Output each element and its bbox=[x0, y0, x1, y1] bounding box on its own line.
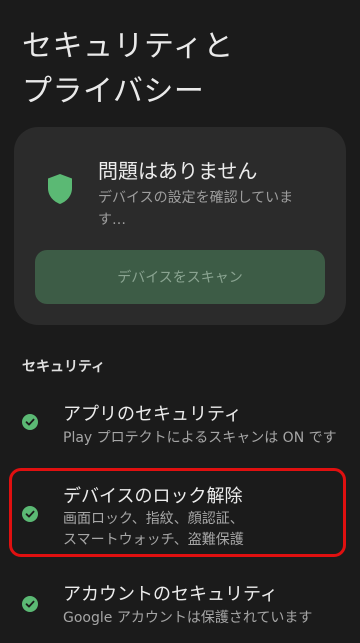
status-title: 問題はありません bbox=[98, 159, 258, 183]
item-subtitle: Play プロテクトによるスキャンは ON です bbox=[63, 430, 337, 446]
item-title: アカウントのセキュリティ bbox=[63, 584, 278, 605]
page-title: セキュリティと プライバシー bbox=[22, 29, 234, 109]
item-subtitle: 画面ロック、指紋、顔認証、 スマートウォッチ、盗難保護 bbox=[63, 511, 244, 548]
shield-icon bbox=[48, 174, 72, 204]
section-header-security: セキュリティ bbox=[22, 359, 106, 375]
scan-device-button[interactable]: デバイスをスキャン bbox=[35, 250, 325, 304]
status-subtitle: デバイスの設定を確認していま す… bbox=[98, 190, 294, 228]
check-circle-icon bbox=[22, 414, 38, 430]
item-title: デバイスのロック解除 bbox=[63, 486, 243, 507]
status-card: 問題はありません デバイスの設定を確認していま す… デバイスをスキャン bbox=[14, 127, 346, 325]
list-item-account-security[interactable]: アカウントのセキュリティ Google アカウントは保護されています bbox=[0, 578, 360, 636]
list-item-device-unlock[interactable]: デバイスのロック解除 画面ロック、指紋、顔認証、 スマートウォッチ、盗難保護 bbox=[0, 478, 360, 550]
check-circle-icon bbox=[22, 506, 38, 522]
item-title: アプリのセキュリティ bbox=[63, 404, 242, 425]
item-subtitle: Google アカウントは保護されています bbox=[63, 610, 313, 626]
list-item-app-security[interactable]: アプリのセキュリティ Play プロテクトによるスキャンは ON です bbox=[0, 398, 360, 456]
check-circle-icon bbox=[22, 596, 38, 612]
